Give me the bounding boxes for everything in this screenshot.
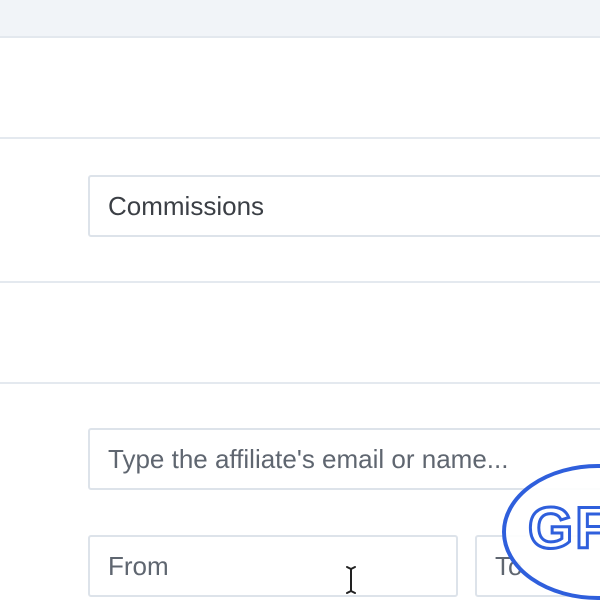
commissions-report-form: Commissions Type the affiliate's email o…	[0, 0, 600, 600]
affiliate-search-placeholder: Type the affiliate's email or name...	[108, 444, 509, 474]
watermark-text: GF	[528, 496, 600, 561]
row-divider	[0, 281, 600, 283]
date-from-placeholder: From	[108, 551, 169, 581]
commission-type-field[interactable]: Commissions	[88, 175, 600, 237]
date-from-field[interactable]: From	[88, 535, 458, 597]
row-divider	[0, 137, 600, 139]
commission-type-value: Commissions	[108, 191, 265, 221]
header-band	[0, 0, 600, 38]
watermark-logo: GF	[502, 464, 600, 600]
text-cursor-icon	[346, 566, 356, 594]
row-divider	[0, 382, 600, 384]
